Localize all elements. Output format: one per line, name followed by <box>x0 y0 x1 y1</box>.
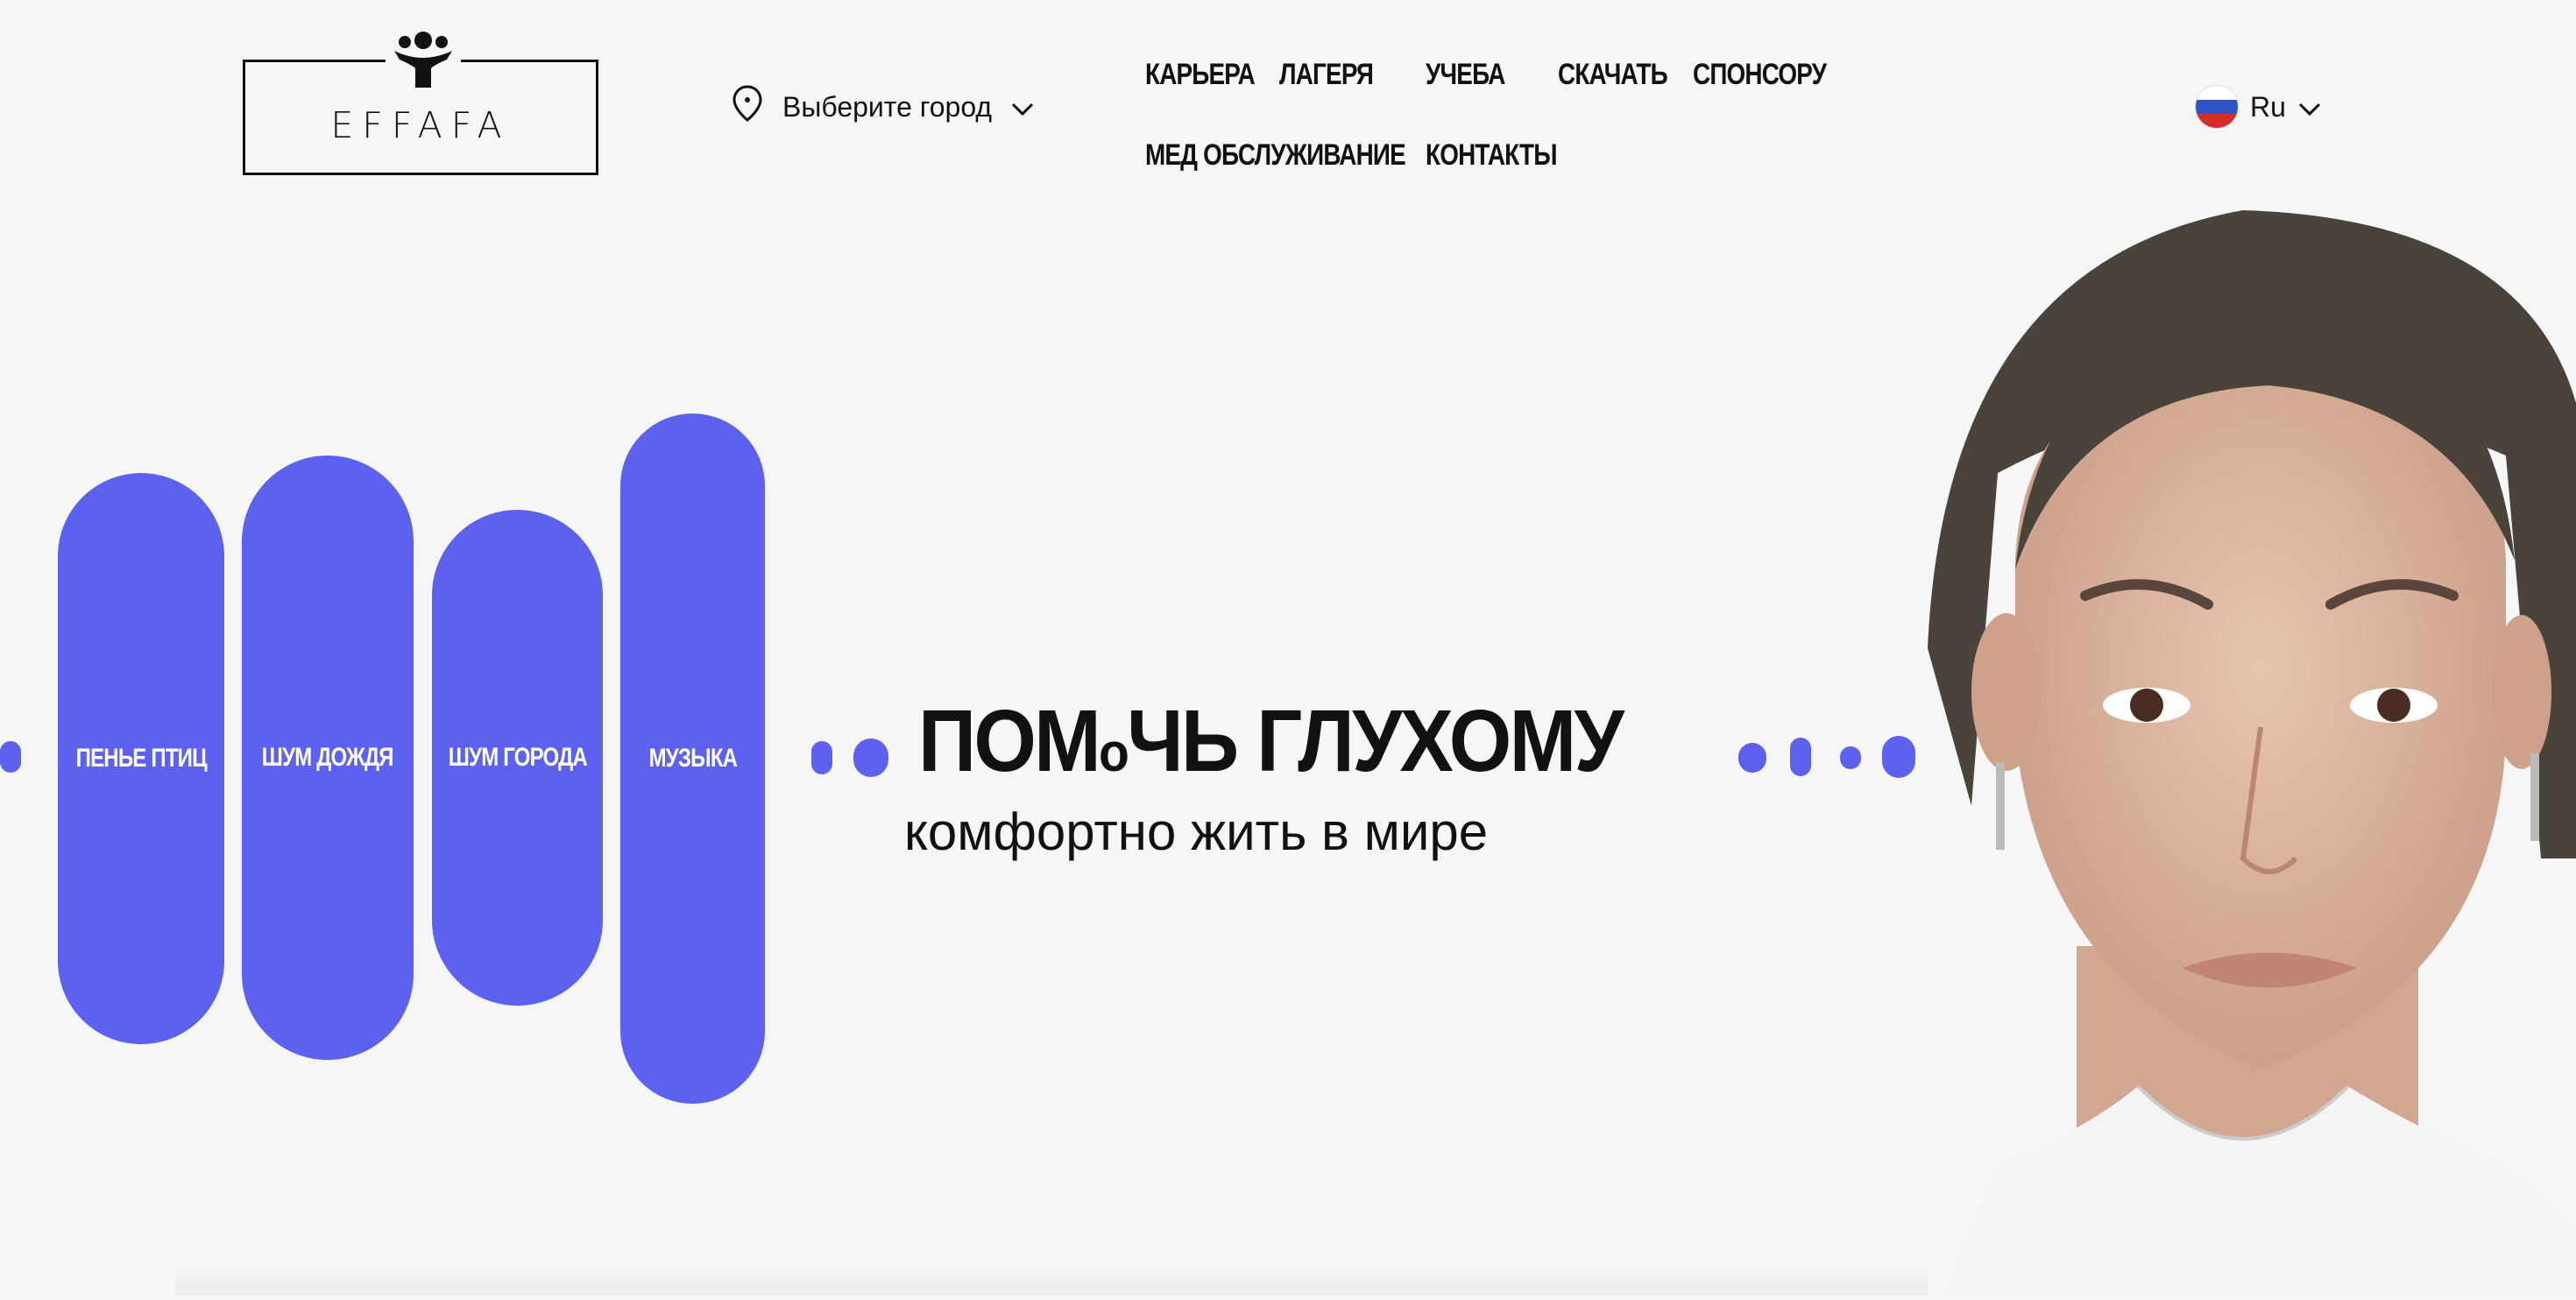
russia-flag-icon <box>2196 86 2238 128</box>
sound-wave-dot <box>811 741 832 774</box>
nav-camps[interactable]: ЛАГЕРЯ <box>1279 58 1374 92</box>
bottom-section-edge <box>175 1261 1928 1296</box>
logo-mark-icon <box>386 30 461 89</box>
location-pin-icon <box>732 84 763 130</box>
hero-portrait <box>1893 193 2576 1296</box>
pill-bird-song[interactable]: ПЕНЬЕ ПТИЦ <box>58 473 224 1044</box>
city-selector[interactable]: Выберите город <box>732 84 1034 130</box>
sound-wave-dot <box>853 738 888 777</box>
sound-wave-dot <box>1738 743 1766 773</box>
city-selector-label: Выберите город <box>782 90 993 123</box>
nav-contacts[interactable]: КОНТАКТЫ <box>1426 138 1558 173</box>
sound-wave-dot <box>1840 746 1861 769</box>
hero-title-part2: ЧЬ ГЛУХОМУ <box>1127 692 1624 790</box>
pill-music[interactable]: МУЗЫКА <box>620 413 765 1104</box>
sound-wave-dot <box>1790 738 1811 776</box>
nav-medical[interactable]: МЕД ОБСЛУЖИВАНИЕ <box>1145 138 1406 173</box>
chevron-down-icon <box>2298 91 2321 124</box>
pill-label: ШУМ ГОРОДА <box>448 743 587 772</box>
pill-city-noise[interactable]: ШУМ ГОРОДА <box>432 510 603 1006</box>
hero-subtitle: комфортно жить в мире <box>904 802 1489 861</box>
language-selector[interactable]: Ru <box>2196 84 2321 130</box>
nav-sponsor[interactable]: СПОНСОРУ <box>1693 58 1827 92</box>
hero-title: ПОМоЧЬ ГЛУХОМУ <box>918 697 1624 785</box>
pill-rain-noise[interactable]: ШУМ ДОЖДЯ <box>242 456 414 1060</box>
hero-title-o: о <box>1099 723 1129 783</box>
pill-label: МУЗЫКА <box>648 744 737 773</box>
sound-wave-dot <box>0 741 21 773</box>
chevron-down-icon <box>1011 91 1034 124</box>
hero-title-part1: ПОМ <box>918 692 1101 790</box>
pill-label: ПЕНЬЕ ПТИЦ <box>75 744 207 773</box>
nav-download[interactable]: СКАЧАТЬ <box>1558 58 1668 92</box>
logo-text: EFFAFA <box>330 104 511 146</box>
pill-label: ШУМ ДОЖДЯ <box>262 743 394 772</box>
language-label: Ru <box>2250 90 2286 123</box>
nav-career[interactable]: КАРЬЕРА <box>1145 58 1256 92</box>
nav-study[interactable]: УЧЕБА <box>1426 58 1505 92</box>
